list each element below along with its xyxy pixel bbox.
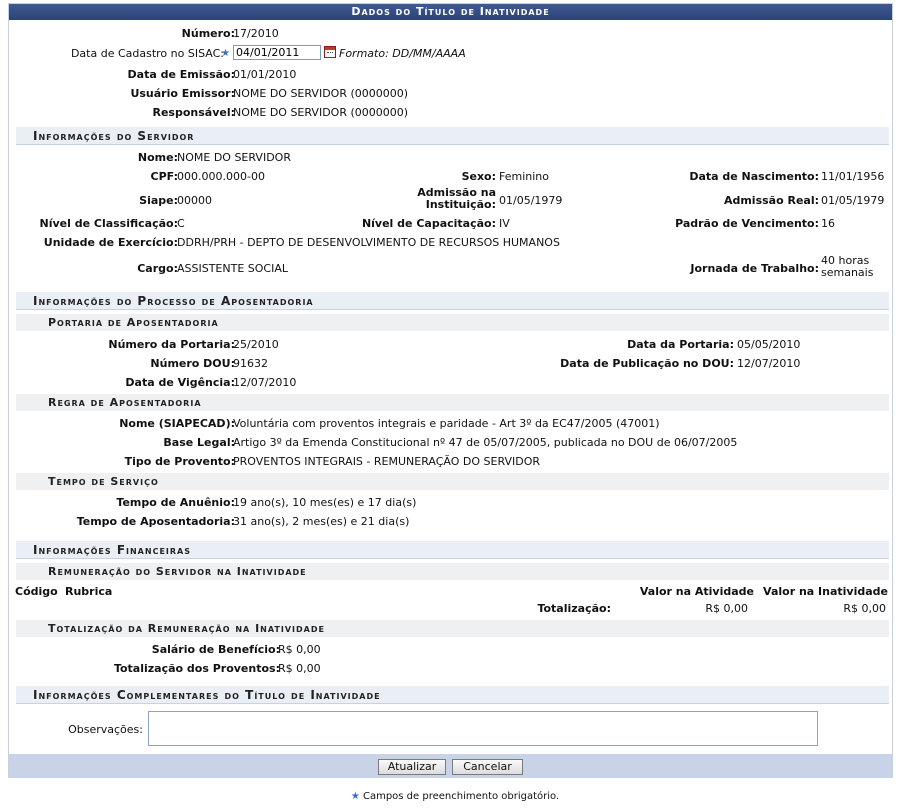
numero-dou-value: 91632 — [233, 357, 268, 370]
jornada-label: Jornada de Trabalho: — [690, 262, 819, 275]
tempo-aposentadoria-label: Tempo de Aposentadoria: — [76, 515, 235, 528]
unidade-exercicio-value: DDRH/PRH - DEPTO DE DESENVOLVIMENTO DE R… — [177, 236, 560, 249]
col-valor-inatividade: Valor na Inatividade — [763, 585, 888, 598]
subsection-totalizacao: Totalização da Remuneração na Inatividad… — [16, 620, 889, 637]
siape-label: Siape: — [139, 194, 178, 207]
section-servidor: Informações do Servidor — [16, 127, 889, 145]
observacoes-textarea[interactable] — [148, 711, 818, 746]
salario-beneficio-value: R$ 0,00 — [278, 643, 321, 656]
cancelar-button[interactable]: Cancelar — [452, 759, 523, 775]
salario-beneficio-label: Salário de Benefício: — [151, 643, 280, 656]
total-inatividade-value: R$ 0,00 — [843, 602, 886, 615]
section-complementares: Informações Complementares do Título de … — [16, 686, 889, 704]
tempo-anuenio-label: Tempo de Anuênio: — [116, 496, 235, 509]
calendar-icon[interactable] — [324, 46, 336, 58]
form-footer: Atualizar Cancelar — [9, 754, 892, 778]
form-caption: Dados do Título de Inatividade — [9, 4, 892, 20]
admissao-instituicao-value: 01/05/1979 — [499, 194, 563, 207]
jornada-value: 40 horas semanais — [821, 254, 874, 279]
data-portaria-label: Data da Portaria: — [627, 338, 734, 351]
siape-value: 00000 — [177, 194, 212, 207]
unidade-exercicio-label: Unidade de Exercício: — [43, 236, 178, 249]
nivel-classificacao-value: C — [177, 217, 185, 230]
cpf-label: CPF: — [150, 170, 178, 183]
required-star-icon: ★ — [350, 791, 360, 802]
nivel-capacitacao-value: IV — [499, 217, 510, 230]
col-valor-atividade: Valor na Atividade — [639, 585, 754, 598]
nome-value: NOME DO SERVIDOR — [177, 151, 291, 164]
subsection-remuneracao: Remuneração do Servidor na Inatividade — [16, 563, 889, 580]
data-vigencia-value: 12/07/2010 — [233, 376, 297, 389]
tempo-aposentadoria-value: 31 ano(s), 2 mes(es) e 21 dia(s) — [233, 515, 410, 528]
admissao-real-label: Admissão Real: — [723, 194, 819, 207]
usuario-emissor-value: NOME DO SERVIDOR (0000000) — [233, 87, 409, 100]
numero-portaria-label: Número da Portaria: — [108, 338, 235, 351]
nivel-classificacao-label: Nível de Classificação: — [39, 217, 179, 230]
atualizar-button[interactable]: Atualizar — [378, 759, 446, 775]
totalizacao-proventos-value: R$ 0,00 — [278, 662, 321, 675]
subsection-tempo: Tempo de Serviço — [16, 473, 889, 490]
totalizacao-proventos-label: Totalização dos Proventos: — [113, 662, 280, 675]
required-note: ★ Campos de preenchimento obrigatório. — [350, 791, 560, 802]
titulo-form: Dados do Título de Inatividade Número: 1… — [8, 3, 893, 778]
padrao-vencimento-value: 16 — [821, 217, 835, 230]
subsection-portaria: Portaria de Aposentadoria — [16, 314, 889, 331]
nivel-capacitacao-label: Nível de Capacitação: — [361, 217, 496, 230]
observacoes-label: Observações: — [68, 723, 143, 736]
cargo-label: Cargo: — [137, 262, 178, 275]
totalizacao-label: Totalização: — [537, 602, 611, 615]
nascimento-label: Data de Nascimento: — [689, 170, 819, 183]
tipo-provento-value: PROVENTOS INTEGRAIS - REMUNERAÇÃO DO SER… — [233, 455, 541, 468]
numero-value: 17/2010 — [233, 27, 279, 40]
numero-portaria-value: 25/2010 — [233, 338, 279, 351]
required-star-icon: ★ — [221, 48, 230, 59]
section-processo: Informações do Processo de Aposentadoria — [16, 292, 889, 310]
base-legal-label: Base Legal: — [163, 436, 235, 449]
responsavel-label: Responsável: — [152, 106, 235, 119]
nome-siapecad-label: Nome (SIAPECAD): — [119, 417, 235, 430]
subsection-regra: Regra de Aposentadoria — [16, 394, 889, 411]
sexo-value: Feminino — [499, 170, 549, 183]
data-cadastro-label: Data de Cadastro no SISAC: — [70, 47, 224, 60]
tempo-anuenio-value: 19 ano(s), 10 mes(es) e 17 dia(s) — [233, 496, 417, 509]
base-legal-value: Artigo 3º da Emenda Constitucional nº 47… — [233, 436, 738, 449]
padrao-vencimento-label: Padrão de Vencimento: — [675, 217, 819, 230]
numero-label: Número: — [181, 27, 235, 40]
usuario-emissor-label: Usuário Emissor: — [130, 87, 235, 100]
numero-dou-label: Número DOU: — [150, 357, 235, 370]
nascimento-value: 11/01/1956 — [821, 170, 885, 183]
admissao-instituicao-label: Admissão na Instituição: — [417, 186, 496, 211]
col-codigo: Código — [15, 585, 58, 598]
section-financeiro: Informações Financeiras — [16, 541, 889, 559]
tipo-provento-label: Tipo de Provento: — [124, 455, 235, 468]
nome-label: Nome: — [137, 151, 178, 164]
nome-siapecad-value: Voluntária com proventos integrais e par… — [233, 417, 660, 430]
data-publicacao-label: Data de Publicação no DOU: — [560, 357, 734, 370]
sexo-label: Sexo: — [461, 170, 496, 183]
data-vigencia-label: Data de Vigência: — [125, 376, 235, 389]
cpf-value: 000.000.000-00 — [177, 170, 265, 183]
data-publicacao-value: 12/07/2010 — [737, 357, 801, 370]
responsavel-value: NOME DO SERVIDOR (0000000) — [233, 106, 409, 119]
data-emissao-value: 01/01/2010 — [233, 68, 297, 81]
data-portaria-value: 05/05/2010 — [737, 338, 801, 351]
cargo-value: ASSISTENTE SOCIAL — [177, 262, 288, 275]
data-emissao-label: Data de Emissão: — [127, 68, 235, 81]
data-cadastro-input[interactable] — [233, 45, 321, 60]
date-format-hint: Formato: DD/MM/AAAA — [339, 47, 466, 60]
col-rubrica: Rubrica — [65, 585, 113, 598]
admissao-real-value: 01/05/1979 — [821, 194, 885, 207]
total-atividade-value: R$ 0,00 — [705, 602, 748, 615]
